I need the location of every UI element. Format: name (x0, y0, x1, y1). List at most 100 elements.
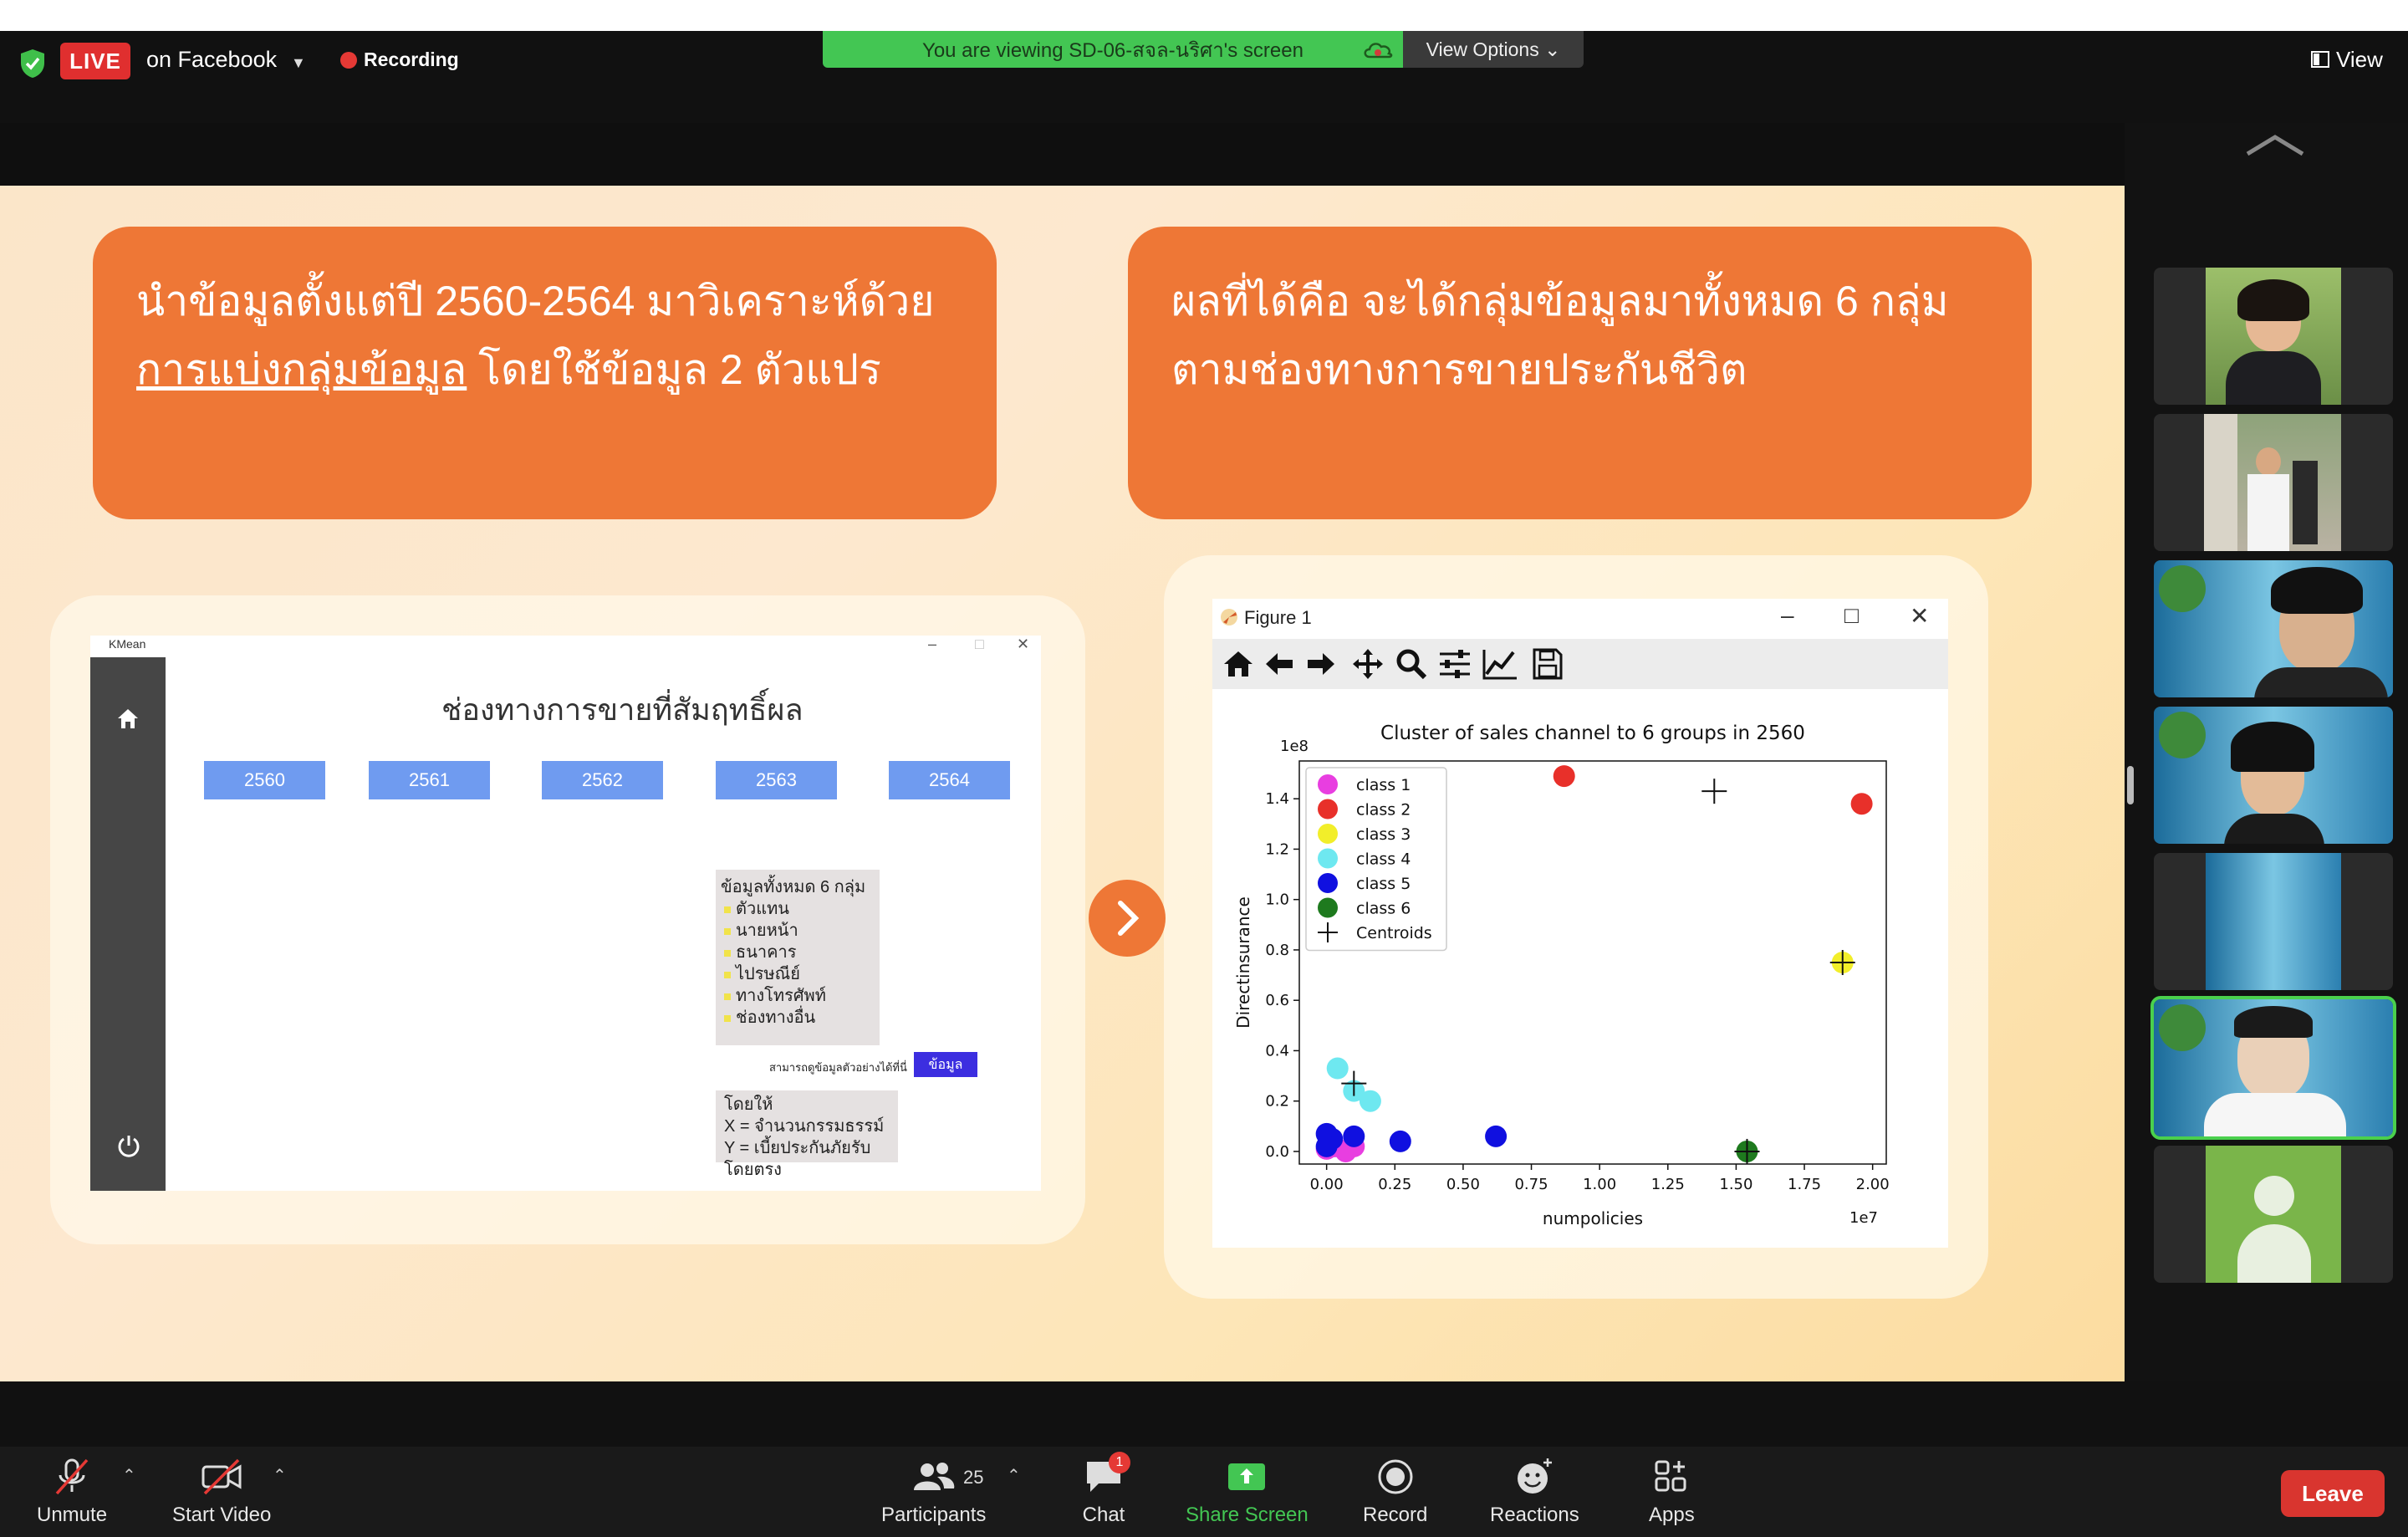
legend-marker (1318, 873, 1338, 893)
next-arrow-icon (1089, 880, 1166, 957)
participants-label: Participants (881, 1504, 987, 1526)
configure-subplots-icon[interactable] (1438, 649, 1472, 679)
legend-label: class 2 (1356, 801, 1411, 820)
participants-count: 25 (963, 1467, 984, 1488)
figure-toolbar (1212, 639, 1948, 689)
intro-line-2: การแบ่งกลุ่มข้อมูล โดยใช้ข้อมูล 2 ตัวแปร (136, 335, 953, 404)
legend-label: class 3 (1356, 825, 1411, 844)
zoom-icon[interactable] (1395, 647, 1428, 681)
chevron-up-icon[interactable]: ⌃ (1007, 1465, 1021, 1486)
live-badge[interactable]: LIVE (60, 43, 130, 79)
recording-dot-icon (340, 52, 357, 69)
maximize-icon[interactable]: □ (1844, 602, 1859, 629)
class-5-point (1315, 1135, 1338, 1157)
year-2562-button[interactable]: 2562 (542, 761, 663, 799)
class-4-point (1326, 1057, 1349, 1080)
cluster-scatter-chart: Cluster of sales channel to 6 groups in … (1233, 723, 1890, 1228)
reactions-label: Reactions (1490, 1504, 1579, 1526)
recording-label[interactable]: Recording (364, 49, 459, 71)
year-2561-button[interactable]: 2561 (369, 761, 490, 799)
participant-video-tile[interactable] (2154, 707, 2393, 844)
share-screen-label: Share Screen (1186, 1504, 1309, 1526)
close-icon[interactable]: ✕ (1017, 636, 1029, 653)
kmean-window-title: KMean (109, 637, 146, 651)
chevron-up-icon[interactable]: ⌃ (122, 1465, 136, 1486)
year-2563-button[interactable]: 2563 (716, 761, 837, 799)
x-tick-label: 0.25 (1378, 1176, 1411, 1193)
view-button[interactable]: View (2336, 47, 2383, 73)
y-tick-label: 0.0 (1265, 1143, 1289, 1161)
kmean-window: KMean – □ ✕ ช่องทางการขายที่สัมฤทธิ์ผล 2… (90, 636, 1041, 1191)
class-5-point (1389, 1130, 1411, 1152)
figure-window-title: Figure 1 (1244, 607, 1312, 628)
legend-marker (1318, 799, 1338, 820)
legend-marker (1318, 897, 1338, 918)
chart-title: Cluster of sales channel to 6 groups in … (1380, 723, 1805, 744)
chevron-down-icon[interactable]: ▼ (291, 54, 306, 72)
reactions-button[interactable]: Reactions (1490, 1457, 1579, 1527)
y-axis-multiplier: 1e8 (1280, 738, 1309, 755)
cloud-icon (1364, 43, 1393, 59)
unmute-button[interactable]: Unmute (37, 1457, 107, 1527)
participant-video-tile[interactable] (2154, 560, 2393, 697)
edit-axis-icon[interactable] (1482, 647, 1518, 681)
legend-marker (1318, 824, 1338, 844)
forward-arrow-icon[interactable] (1306, 651, 1336, 677)
x-tick-label: 0.50 (1446, 1176, 1480, 1193)
chat-label: Chat (1082, 1504, 1125, 1526)
kmean-heading: ช่องทางการขายที่สัมฤทธิ์ผล (441, 692, 804, 727)
participant-video-tile-active-speaker[interactable] (2150, 996, 2396, 1140)
maximize-icon[interactable]: □ (975, 636, 984, 653)
legend-label: class 1 (1356, 776, 1411, 794)
group-item: นายหน้า (721, 920, 875, 942)
group-item: ช่องทางอื่น (721, 1007, 875, 1029)
group-info-title: ข้อมูลทั้งหมด 6 กลุ่ม (721, 878, 866, 896)
back-arrow-icon[interactable] (1264, 651, 1294, 677)
live-destination[interactable]: on Facebook (146, 47, 277, 73)
intro-line-2-rest: โดยใช้ข้อมูล 2 ตัวแปร (467, 346, 881, 393)
apps-button[interactable]: Apps (1649, 1457, 1695, 1527)
share-screen-button[interactable]: Share Screen (1186, 1457, 1309, 1527)
participant-video-tile[interactable] (2154, 414, 2393, 551)
chevron-up-icon[interactable]: ⌃ (273, 1465, 287, 1486)
x-tick-label: 1.75 (1788, 1176, 1821, 1193)
power-icon[interactable] (115, 1132, 142, 1159)
start-video-button[interactable]: Start Video (172, 1457, 271, 1527)
pan-icon[interactable] (1351, 647, 1385, 681)
scroll-handle[interactable] (2127, 766, 2134, 804)
record-button[interactable]: Record (1363, 1457, 1427, 1527)
participant-video-tile[interactable] (2154, 1146, 2393, 1283)
year-2564-button[interactable]: 2564 (889, 761, 1010, 799)
legend-label: class 6 (1356, 900, 1411, 918)
x-tick-label: 0.75 (1514, 1176, 1548, 1193)
leave-button[interactable]: Leave (2281, 1470, 2385, 1517)
view-options-button[interactable]: View Options ⌄ (1403, 31, 1584, 68)
matplotlib-logo-icon (1221, 609, 1237, 626)
y-tick-label: 1.4 (1265, 790, 1289, 808)
year-2560-button[interactable]: 2560 (204, 761, 325, 799)
x-tick-label: 1.00 (1583, 1176, 1616, 1193)
chevron-up-icon[interactable] (2244, 132, 2306, 157)
minimize-icon[interactable]: – (1781, 602, 1794, 629)
muted-mic-icon (55, 1458, 89, 1495)
home-icon[interactable] (1222, 649, 1254, 679)
class-2-point (1850, 793, 1873, 815)
participant-video-tile[interactable] (2154, 268, 2393, 405)
sample-data-note: สามารถดูข้อมูลตัวอย่างได้ที่นี่ (769, 1061, 907, 1074)
security-shield-icon[interactable] (18, 48, 47, 79)
share-screen-icon (1228, 1463, 1266, 1490)
save-icon[interactable] (1532, 647, 1564, 681)
data-button[interactable]: ข้อมูล (914, 1052, 977, 1077)
participant-video-tile[interactable] (2154, 853, 2393, 990)
chat-button[interactable]: 1 Chat (1082, 1452, 1130, 1527)
group-info-box: ข้อมูลทั้งหมด 6 กลุ่ม ตัวแทน นายหน้า ธนา… (716, 870, 880, 1045)
video-off-icon (202, 1458, 242, 1495)
start-video-label: Start Video (172, 1504, 272, 1526)
home-icon[interactable] (115, 706, 140, 731)
view-grid-icon[interactable] (2311, 50, 2329, 69)
minimize-icon[interactable]: – (928, 636, 936, 653)
variables-title: โดยให้ (724, 1095, 773, 1114)
result-line-1: ผลที่ได้คือ จะได้กลุ่มข้อมูลมาทั้งหมด 6 … (1171, 278, 1949, 324)
close-icon[interactable]: ✕ (1910, 602, 1929, 630)
y-tick-label: 0.4 (1265, 1042, 1289, 1060)
